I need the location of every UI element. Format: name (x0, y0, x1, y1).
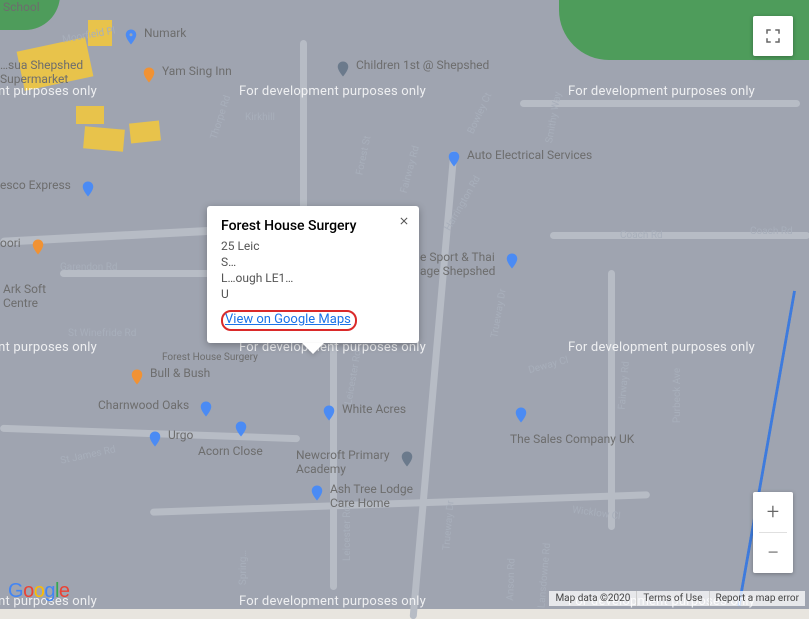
poi-ark-soft[interactable]: Ark Soft Centre (3, 282, 46, 310)
info-address-line: S… (221, 254, 403, 270)
poi-label: Ark Soft Centre (3, 282, 46, 310)
poi-bull-bush[interactable]: Bull & Bush (128, 366, 210, 386)
building-footprint (76, 106, 104, 124)
building-footprint (83, 126, 125, 151)
poi-newcroft-primary[interactable]: Newcroft Primary Academy (296, 448, 416, 476)
street-label: St James Rd (59, 444, 116, 466)
poi-label: oori (0, 236, 21, 250)
poi-sales-company[interactable] (512, 404, 530, 424)
info-address-line: L…ough LE1… (221, 270, 403, 286)
poi-ash-tree-lodge[interactable]: Ash Tree Lodge Care Home (308, 482, 413, 510)
street-label: Garendon Rd (60, 262, 118, 273)
street-label: Smithy Way (544, 91, 564, 144)
view-on-google-maps-link[interactable]: View on Google Maps (221, 310, 357, 331)
road (608, 270, 615, 530)
terms-link[interactable]: Terms of Use (636, 591, 708, 606)
street-label: St Winefride Rd (68, 328, 136, 339)
poi-label: Acorn Close (198, 444, 263, 458)
info-window: Forest House Surgery 25 Leic S… L…ough L… (207, 206, 419, 343)
street-label: Purbeck Ave (672, 368, 683, 423)
map-data-label: Map data ©2020 (549, 591, 636, 606)
street-label: Spring… (238, 550, 249, 585)
poi-label: esco Express (0, 178, 71, 192)
poi-label: Yam Sing Inn (162, 64, 232, 78)
street-label: Deway Cl (527, 355, 569, 376)
poi-label: Newcroft Primary Academy (296, 448, 390, 476)
poi-label: Charnwood Oaks (98, 398, 189, 412)
attribution-bar: Map data ©2020 Terms of Use Report a map… (549, 591, 805, 606)
poi-sport-thai[interactable]: e Sport & Thai age Shepshed (420, 250, 521, 278)
poi-label: School (3, 0, 40, 14)
business-pin-icon (197, 400, 215, 418)
street-label: Coach Rd (620, 230, 663, 241)
poi-label: Bull & Bush (150, 366, 210, 380)
street-label: Forest St (354, 135, 373, 176)
street-label: Fairway Rd (617, 361, 632, 410)
street-label: Anson Rd (505, 558, 517, 601)
fullscreen-button[interactable] (753, 16, 793, 56)
poi-yam-sing[interactable]: Yam Sing Inn (140, 64, 232, 84)
info-title: Forest House Surgery (221, 218, 403, 234)
info-address-line: U (221, 286, 403, 302)
poi-oori[interactable]: oori (0, 236, 47, 256)
restaurant-pin-icon (128, 368, 146, 386)
shopping-pin-icon (122, 28, 140, 46)
poi-label: Children 1st @ Shepshed (356, 58, 489, 72)
poi-children-1st[interactable]: Children 1st @ Shepshed (334, 58, 489, 78)
report-error-link[interactable]: Report a map error (709, 591, 805, 606)
poi-urgo[interactable]: Urgo (146, 428, 193, 448)
google-logo[interactable]: Google (8, 580, 70, 603)
school-pin-icon (398, 450, 416, 468)
school-pin-icon (334, 60, 352, 78)
zoom-out-button[interactable]: − (753, 533, 793, 573)
poi-label: Numark (144, 26, 186, 40)
poi-label: …sua Shepshed Supermarket (0, 58, 83, 86)
restaurant-pin-icon (140, 66, 158, 84)
poi-label: Urgo (168, 428, 193, 442)
business-pin-icon (320, 404, 338, 422)
poi-forest-house-surgery-pin[interactable]: Forest House Surgery (162, 352, 258, 363)
shopping-pin-icon (79, 180, 97, 198)
poi-white-acres[interactable]: White Acres (320, 402, 406, 422)
map-canvas[interactable]: For development purposes onlyFor develop… (0, 0, 809, 609)
zoom-in-button[interactable]: + (753, 492, 793, 532)
zoom-control: + − (753, 492, 793, 573)
street-label: Leicester Rd (342, 506, 353, 561)
poi-label: Forest House Surgery (162, 352, 258, 363)
restaurant-pin-icon (29, 238, 47, 256)
shopping-pin-icon (146, 430, 164, 448)
poi-acorn-close[interactable]: Acorn Close (198, 444, 263, 458)
street-label: Bowley Ct (466, 91, 495, 136)
fullscreen-icon (764, 27, 782, 45)
street-label: Fairway Rd (399, 145, 422, 195)
business-pin-icon (445, 150, 463, 168)
close-icon (398, 215, 410, 227)
business-pin-icon (232, 420, 250, 438)
poi-label: The Sales Company UK (510, 432, 634, 446)
poi-school[interactable]: School (3, 0, 40, 14)
street-label: Kirkhill (245, 112, 275, 123)
building-footprint (129, 120, 161, 143)
street-label: Trueway Dr (441, 500, 456, 551)
street-label: Thorpe Rd (209, 94, 234, 141)
business-pin-icon (503, 252, 521, 270)
poi-label: e Sport & Thai age Shepshed (420, 250, 495, 278)
poi-shepshed-supermarket[interactable]: …sua Shepshed Supermarket (0, 58, 83, 86)
poi-auto-electrical[interactable]: Auto Electrical Services (445, 148, 592, 168)
poi-charnwood-oaks[interactable]: Charnwood Oaks (98, 398, 215, 418)
poi-marker[interactable] (232, 418, 250, 438)
poi-label: Auto Electrical Services (467, 148, 592, 162)
close-button[interactable] (395, 212, 413, 230)
poi-numark[interactable]: Numark (122, 26, 186, 46)
info-address-line: 25 Leic (221, 238, 403, 254)
street-label: Trueway Dr (489, 288, 508, 339)
street-label: Coach Rd (750, 226, 793, 237)
poi-tesco-express[interactable]: esco Express (0, 178, 97, 198)
dev-watermark: For development purposes onlyFor develop… (0, 84, 809, 99)
street-label: Leicester Rd (343, 349, 363, 405)
business-pin-icon (512, 406, 530, 424)
business-pin-icon (308, 484, 326, 502)
